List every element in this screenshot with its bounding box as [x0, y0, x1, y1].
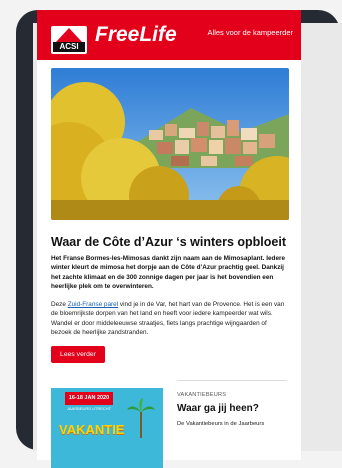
section-kicker: VAKANTIEBEURS: [177, 392, 227, 398]
vakantiebeurs-thumbnail[interactable]: 16-18 JAN 2020 JAARBEURS UTRECHT VAKANTI…: [51, 388, 163, 468]
zuid-franse-parel-link[interactable]: Zuid-Franse parel: [68, 301, 118, 308]
lees-verder-button[interactable]: Lees verder: [51, 346, 105, 363]
thumb-date: 16-18 JAN 2020: [65, 392, 113, 405]
article-body: Deze Zuid-Franse parel vind je in de Var…: [51, 300, 287, 338]
thumb-word: VAKANTIE: [59, 422, 125, 437]
tagline: Alles voor de kampeerder: [207, 28, 293, 37]
article-lead: Het Franse Bormes-les-Mimosas dankt zijn…: [51, 255, 286, 291]
section-body: De Vakantiebeurs in de Jaarbeurs: [177, 421, 265, 427]
section-title[interactable]: Waar ga jij heen?: [177, 402, 259, 415]
thumb-sub: JAARBEURS UTRECHT: [66, 406, 112, 411]
brand-name[interactable]: FreeLife: [95, 20, 177, 50]
email-header: ACSI FreeLife Alles voor de kampeerder: [37, 10, 301, 60]
body-prefix: Deze: [51, 301, 68, 308]
hero-image[interactable]: [51, 68, 289, 220]
acsi-logo[interactable]: ACSI: [51, 26, 87, 54]
tent-icon: [56, 28, 82, 42]
logo-text: ACSI: [53, 42, 85, 52]
palm-tree-icon: [127, 398, 155, 438]
article-title: Waar de Côte d’Azur ‘s winters opbloeit: [51, 235, 286, 249]
hero-photo: [51, 68, 289, 220]
section-divider: [177, 380, 287, 381]
email-content: Waar de Côte d’Azur ‘s winters opbloeit …: [37, 60, 301, 468]
